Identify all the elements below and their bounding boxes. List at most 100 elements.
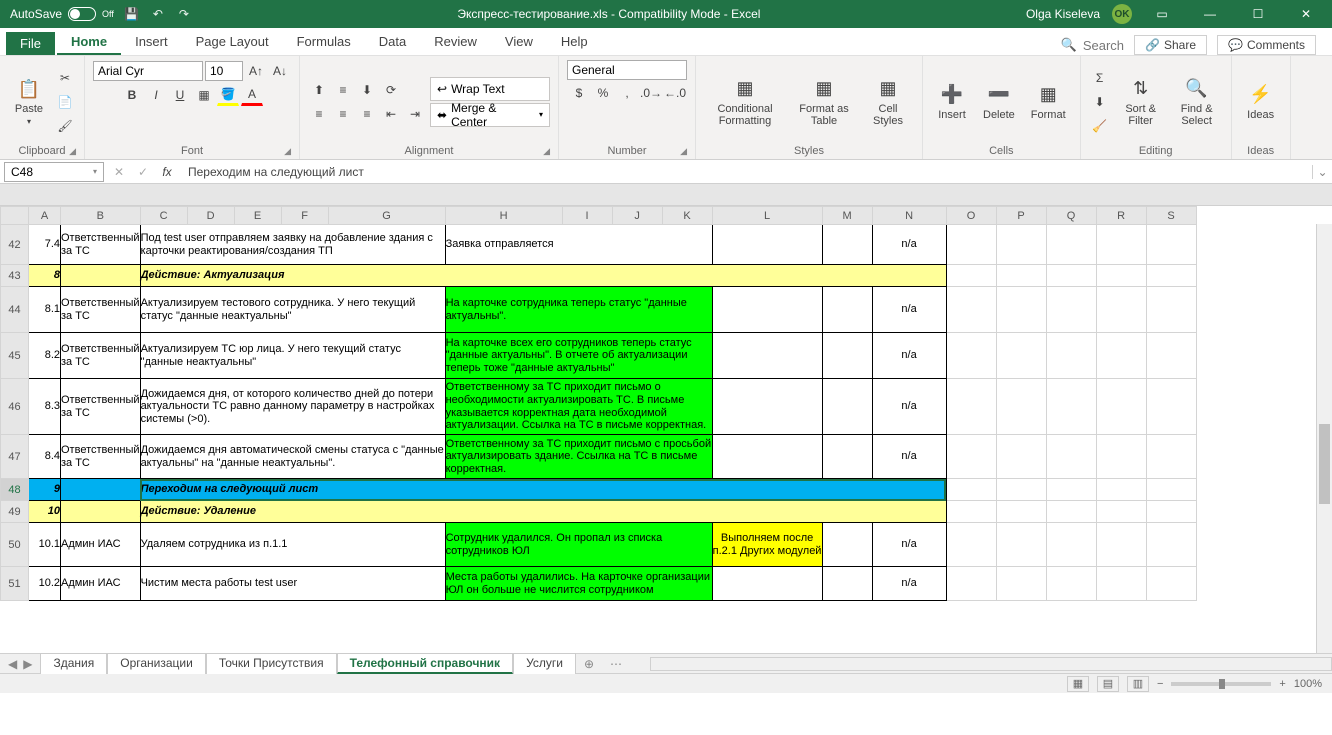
cell[interactable]: n/a [872,435,946,479]
cell[interactable]: 10.1 [29,523,61,567]
zoom-in-icon[interactable]: + [1279,678,1285,690]
cell[interactable]: n/a [872,379,946,435]
cell[interactable] [712,287,822,333]
cell[interactable]: Места работы удалились. На карточке орга… [445,567,712,601]
row-header[interactable]: 45 [1,333,29,379]
tell-me-search[interactable]: 🔍 Search [1061,37,1124,53]
cell[interactable] [822,379,872,435]
user-name[interactable]: Olga Kiseleva [1026,7,1100,21]
sort-filter-button[interactable]: ⇅Sort & Filter [1115,75,1167,129]
accounting-format-icon[interactable]: $ [568,82,590,104]
increase-decimal-icon[interactable]: .0→ [640,82,662,104]
sheet-tab[interactable]: Услуги [513,653,576,674]
cell[interactable]: Актуализируем ТС юр лица. У него текущий… [140,333,445,379]
cell[interactable] [712,225,822,265]
cell[interactable]: n/a [872,523,946,567]
page-layout-view-icon[interactable]: ▤ [1097,676,1119,692]
sheet-tab[interactable]: Телефонный справочник [337,653,513,674]
italic-button[interactable]: I [145,84,167,106]
page-break-view-icon[interactable]: ▥ [1127,676,1149,692]
cell[interactable] [712,333,822,379]
normal-view-icon[interactable]: ▦ [1067,676,1089,692]
row-header[interactable]: 47 [1,435,29,479]
cell[interactable] [822,287,872,333]
row-header[interactable]: 50 [1,523,29,567]
insert-cells-button[interactable]: ➕Insert [931,81,973,123]
sheet-tab[interactable]: Точки Присутствия [206,653,337,674]
row-header[interactable]: 43 [1,265,29,287]
cell[interactable]: 8.4 [29,435,61,479]
column-header[interactable]: I [562,207,612,225]
cancel-formula-icon[interactable]: ✕ [108,161,130,183]
alignment-launcher-icon[interactable]: ◢ [543,146,550,157]
align-left-icon[interactable]: ≡ [308,103,330,125]
bold-button[interactable]: B [121,84,143,106]
cell[interactable]: Чистим места работы test user [140,567,445,601]
cell[interactable]: Заявка отправляется [445,225,712,265]
formula-input[interactable]: Переходим на следующий лист [182,163,1312,181]
merge-center-button[interactable]: ⬌Merge & Center▾ [430,103,550,127]
column-header[interactable]: R [1096,207,1146,225]
cell[interactable]: Ответственный за ТС [61,435,141,479]
section-header-cell[interactable]: Действие: Удаление [140,501,946,523]
menu-tab-view[interactable]: View [491,30,547,55]
fx-icon[interactable]: fx [156,161,178,183]
cell[interactable] [822,567,872,601]
percent-format-icon[interactable]: % [592,82,614,104]
row-header[interactable]: 46 [1,379,29,435]
cell[interactable]: Дожидаемся дня автоматической смены стат… [140,435,445,479]
menu-tab-review[interactable]: Review [420,30,491,55]
column-header[interactable]: O [946,207,996,225]
cell-styles-button[interactable]: ▦Cell Styles [862,75,914,129]
worksheet-grid[interactable]: ABCDEFGHIJKLMNOPQRS427.4Ответственный за… [0,206,1332,653]
copy-icon[interactable]: 📄 [54,91,76,113]
close-icon[interactable]: ✕ [1288,0,1324,28]
cell[interactable] [712,435,822,479]
menu-tab-formulas[interactable]: Formulas [283,30,365,55]
border-button[interactable]: ▦ [193,84,215,106]
sheet-nav-next-icon[interactable]: ▶ [23,657,32,671]
menu-tab-data[interactable]: Data [365,30,420,55]
cell[interactable]: n/a [872,333,946,379]
file-tab[interactable]: File [6,32,55,55]
format-cells-button[interactable]: ▦Format [1025,81,1072,123]
cell[interactable] [822,523,872,567]
cell[interactable]: 8.1 [29,287,61,333]
cell[interactable]: 10.2 [29,567,61,601]
autosave-toggle[interactable]: AutoSave Off [10,7,114,21]
cell[interactable] [712,567,822,601]
cell[interactable]: Под test user отправляем заявку на добав… [140,225,445,265]
cell[interactable]: Ответственный за ТС [61,379,141,435]
align-center-icon[interactable]: ≡ [332,103,354,125]
number-launcher-icon[interactable]: ◢ [680,146,687,157]
row-header[interactable]: 49 [1,501,29,523]
sheet-tab[interactable]: Организации [107,653,206,674]
share-button[interactable]: 🔗Share [1134,35,1207,55]
cell[interactable] [822,333,872,379]
cell[interactable] [712,379,822,435]
zoom-out-icon[interactable]: − [1157,678,1163,690]
column-header[interactable]: N [872,207,946,225]
align-bottom-icon[interactable]: ⬇ [356,79,378,101]
font-name-input[interactable] [93,61,203,81]
underline-button[interactable]: U [169,84,191,106]
menu-tab-home[interactable]: Home [57,30,121,55]
cell[interactable]: На карточке всех его сотрудников теперь … [445,333,712,379]
column-header[interactable]: C [140,207,187,225]
cell[interactable]: Ответственному за ТС приходит письмо с п… [445,435,712,479]
cell[interactable]: Ответственному за ТС приходит письмо о н… [445,379,712,435]
redo-icon[interactable]: ↷ [176,6,192,22]
cell[interactable]: Сотрудник удалился. Он пропал из списка … [445,523,712,567]
undo-icon[interactable]: ↶ [150,6,166,22]
cell[interactable]: Ответственный за ТС [61,225,141,265]
cell[interactable]: Ответственный за ТС [61,287,141,333]
clipboard-launcher-icon[interactable]: ◢ [69,146,76,157]
section-header-cell[interactable]: Переходим на следующий лист [140,479,946,501]
cell[interactable]: Актуализируем тестового сотрудника. У не… [140,287,445,333]
format-as-table-button[interactable]: ▦Format as Table [790,75,858,129]
cell[interactable]: n/a [872,287,946,333]
column-header[interactable]: M [822,207,872,225]
cell[interactable]: Админ ИАС [61,523,141,567]
column-header[interactable]: A [29,207,61,225]
cell[interactable] [822,225,872,265]
